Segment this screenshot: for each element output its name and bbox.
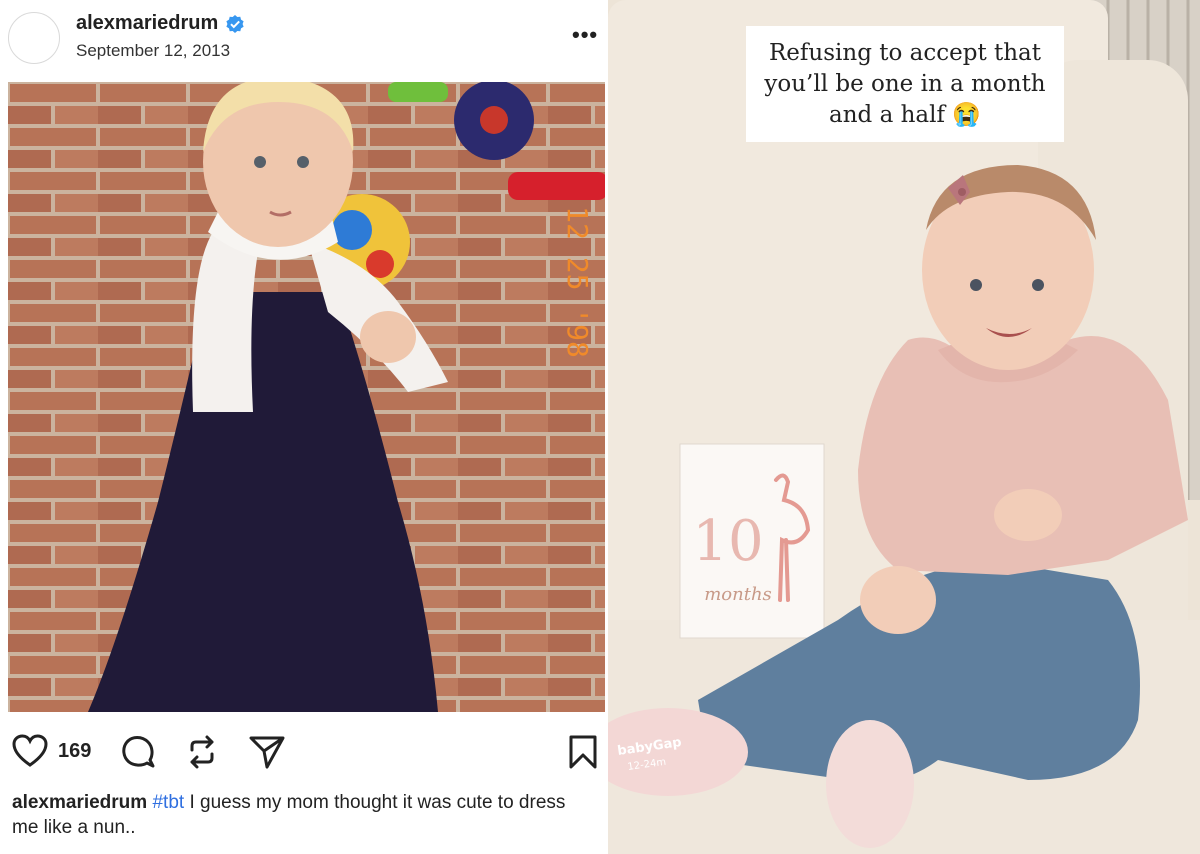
post-photo: 12 25 '98: [8, 82, 605, 712]
username[interactable]: alexmariedrum: [76, 12, 218, 35]
post-actions: 169: [12, 732, 602, 772]
story-text-overlay: Refusing to accept that you’ll be one in…: [746, 26, 1064, 142]
heart-icon[interactable]: [12, 734, 48, 768]
caption-username[interactable]: alexmariedrum: [12, 792, 147, 813]
photo-date-stamp: 12 25 '98: [561, 206, 594, 358]
overlay-line-3: and a half 😭: [829, 102, 981, 128]
card-number: 10: [692, 509, 763, 574]
caption-hashtag[interactable]: #tbt: [152, 792, 184, 813]
post-header: alexmariedrum: [76, 12, 245, 35]
story-photo-panel: 10 months babyGap 12-24m Refusing to acc…: [608, 0, 1200, 854]
share-icon[interactable]: [248, 734, 286, 770]
overlay-line-1: Refusing to accept that: [768, 40, 1042, 66]
bookmark-icon[interactable]: [568, 734, 598, 770]
overlay-line-2: you’ll be one in a month: [764, 71, 1046, 97]
verified-badge-icon: [226, 14, 244, 33]
repost-icon[interactable]: [184, 734, 220, 770]
comment-icon[interactable]: [120, 734, 156, 770]
milestone-card: 10 months: [679, 443, 825, 639]
avatar[interactable]: [8, 12, 60, 64]
instagram-post: alexmariedrum September 12, 2013 ••• 12 …: [0, 0, 608, 854]
post-caption: alexmariedrum #tbt I guess my mom though…: [12, 790, 582, 840]
card-word: months: [704, 584, 772, 605]
like-count[interactable]: 169: [58, 740, 91, 763]
vintage-photo: 12 25 '98: [8, 82, 605, 712]
post-date: September 12, 2013: [76, 41, 231, 60]
more-options-icon[interactable]: •••: [572, 22, 598, 48]
